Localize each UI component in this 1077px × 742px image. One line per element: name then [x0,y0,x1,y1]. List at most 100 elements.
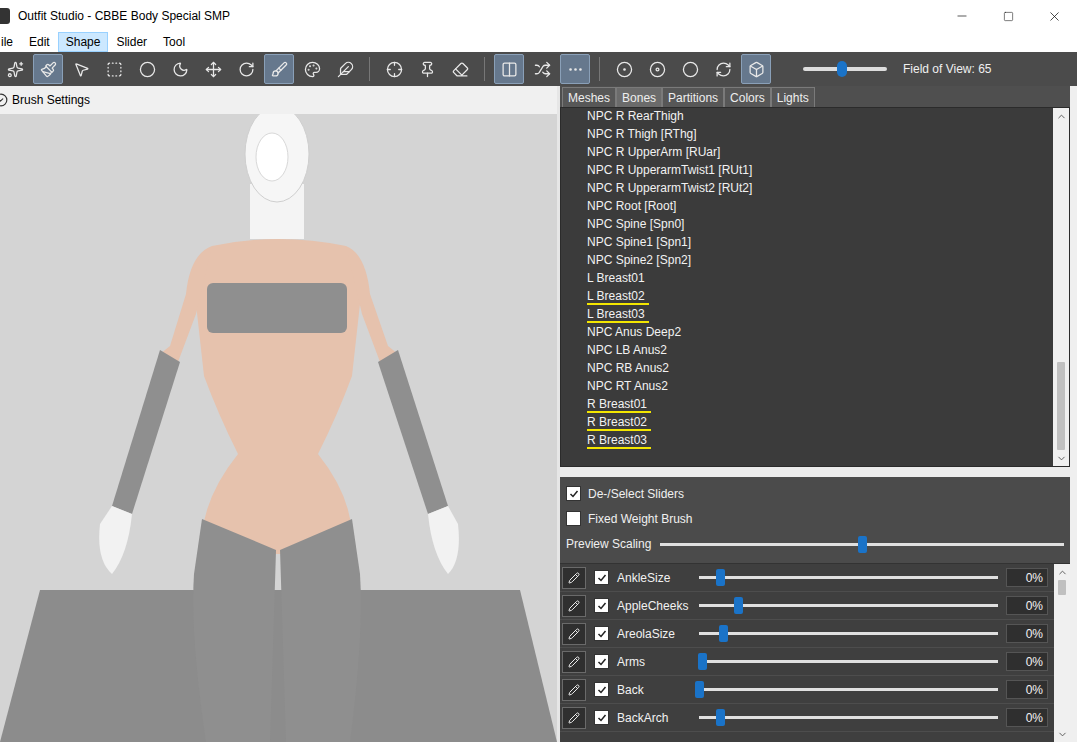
tool-button[interactable] [675,54,705,84]
tool-button[interactable] [609,54,639,84]
bone-row[interactable]: L Breast02 [587,288,1053,306]
scroll-up-icon[interactable] [1053,108,1069,124]
slider-checkbox[interactable] [594,682,609,697]
scroll-down-icon[interactable] [1054,726,1070,742]
tool-button[interactable] [527,54,557,84]
tab[interactable]: Bones [616,87,662,107]
body-model[interactable] [0,114,557,742]
tab[interactable]: Partitions [662,87,724,107]
bone-row[interactable]: NPC R Thigh [RThg] [587,126,1053,144]
bone-row[interactable]: L Breast03 [587,306,1053,324]
menu-item[interactable]: ile [0,32,21,52]
tool-button[interactable] [330,54,360,84]
tool-icon [337,61,354,78]
tool-button[interactable] [445,54,475,84]
check-icon [597,713,607,723]
bone-row[interactable]: L Breast01 [587,270,1053,288]
brush-settings-bar[interactable]: Brush Settings [0,86,557,114]
bone-row[interactable]: NPC Spine2 [Spn2] [587,252,1053,270]
slider-value[interactable]: 0% [1006,680,1048,699]
tool-button[interactable] [99,54,129,84]
menu-item[interactable]: Shape [58,32,109,52]
bone-row[interactable]: NPC R UpperArm [RUar] [587,144,1053,162]
slider-checkbox[interactable] [594,626,609,641]
slider-value[interactable]: 0% [1006,596,1048,615]
slider-track[interactable] [699,632,998,635]
bone-row[interactable]: NPC Root [Root] [587,198,1053,216]
fov-slider[interactable] [803,67,887,71]
tool-button[interactable] [297,54,327,84]
tool-button[interactable] [66,54,96,84]
slider-track[interactable] [699,576,998,579]
slider-value[interactable]: 0% [1006,568,1048,587]
bone-row[interactable]: NPC Anus Deep2 [587,324,1053,342]
panel-splitter[interactable] [560,467,1070,477]
tool-button[interactable] [0,54,30,84]
fov-thumb[interactable] [837,61,847,77]
tool-button[interactable] [560,54,590,84]
slider-track[interactable] [699,716,998,719]
option-checkbox[interactable]: De-/Select Sliders [560,481,1070,506]
tool-button[interactable] [412,54,442,84]
pencil-icon[interactable] [562,595,586,617]
pencil-icon[interactable] [562,679,586,701]
tab[interactable]: Meshes [562,87,616,107]
bone-row[interactable]: R Breast02 [587,414,1053,432]
slider-checkbox[interactable] [594,570,609,585]
menu-item[interactable]: Edit [21,32,58,52]
tool-icon [748,61,765,78]
scroll-down-icon[interactable] [1053,450,1069,466]
tool-button[interactable] [132,54,162,84]
menu-item[interactable]: Slider [108,32,155,52]
tool-button[interactable] [231,54,261,84]
tool-button[interactable] [264,54,294,84]
tool-button[interactable] [708,54,738,84]
slider-list: AnkleSize0%AppleCheeks0%AreolaSize0%Arms… [560,563,1070,742]
menu-item[interactable]: Tool [155,32,193,52]
viewport[interactable] [0,114,557,742]
scroll-thumb[interactable] [1058,580,1066,595]
slider-checkbox[interactable] [594,598,609,613]
bone-row[interactable]: R Breast03 [587,432,1053,450]
tool-button[interactable] [198,54,228,84]
pencil-icon[interactable] [562,623,586,645]
bone-row[interactable]: NPC RB Anus2 [587,360,1053,378]
tab[interactable]: Colors [724,87,771,107]
bone-row[interactable]: NPC RT Anus2 [587,378,1053,396]
tool-button[interactable] [494,54,524,84]
pencil-icon[interactable] [562,567,586,589]
scroll-up-icon[interactable] [1054,564,1070,580]
slider-value[interactable]: 0% [1006,624,1048,643]
slider-value[interactable]: 0% [1006,652,1048,671]
close-icon[interactable] [1031,0,1077,32]
slider-checkbox[interactable] [594,710,609,725]
bone-scrollbar[interactable] [1053,108,1069,466]
slider-checkbox[interactable] [594,654,609,669]
slider-value[interactable]: 0% [1006,708,1048,727]
slider-track[interactable] [699,660,998,663]
bone-row[interactable]: NPC R UpperarmTwist2 [RUt2] [587,180,1053,198]
bone-row[interactable]: R Breast01 [587,396,1053,414]
slider-scrollbar[interactable] [1054,564,1070,742]
tool-button[interactable] [165,54,195,84]
slider-track[interactable] [699,604,998,607]
bone-row[interactable]: NPC Spine [Spn0] [587,216,1053,234]
tool-button[interactable] [379,54,409,84]
bone-row[interactable]: NPC R RearThigh [587,108,1053,126]
minimize-icon[interactable] [939,0,985,32]
bone-row[interactable]: NPC R UpperarmTwist1 [RUt1] [587,162,1053,180]
tab[interactable]: Lights [771,87,815,107]
tool-button[interactable] [642,54,672,84]
pencil-icon[interactable] [562,707,586,729]
slider-track[interactable] [699,688,998,691]
bone-row[interactable]: NPC LB Anus2 [587,342,1053,360]
maximize-icon[interactable] [985,0,1031,32]
tool-button[interactable] [741,54,771,84]
brush-settings-icon[interactable] [0,93,8,107]
tool-button[interactable] [33,54,63,84]
preview-scaling-slider[interactable] [660,543,1064,546]
scroll-thumb[interactable] [1057,362,1065,450]
bone-row[interactable]: NPC Spine1 [Spn1] [587,234,1053,252]
option-checkbox[interactable]: Fixed Weight Brush [560,506,1070,531]
pencil-icon[interactable] [562,651,586,673]
